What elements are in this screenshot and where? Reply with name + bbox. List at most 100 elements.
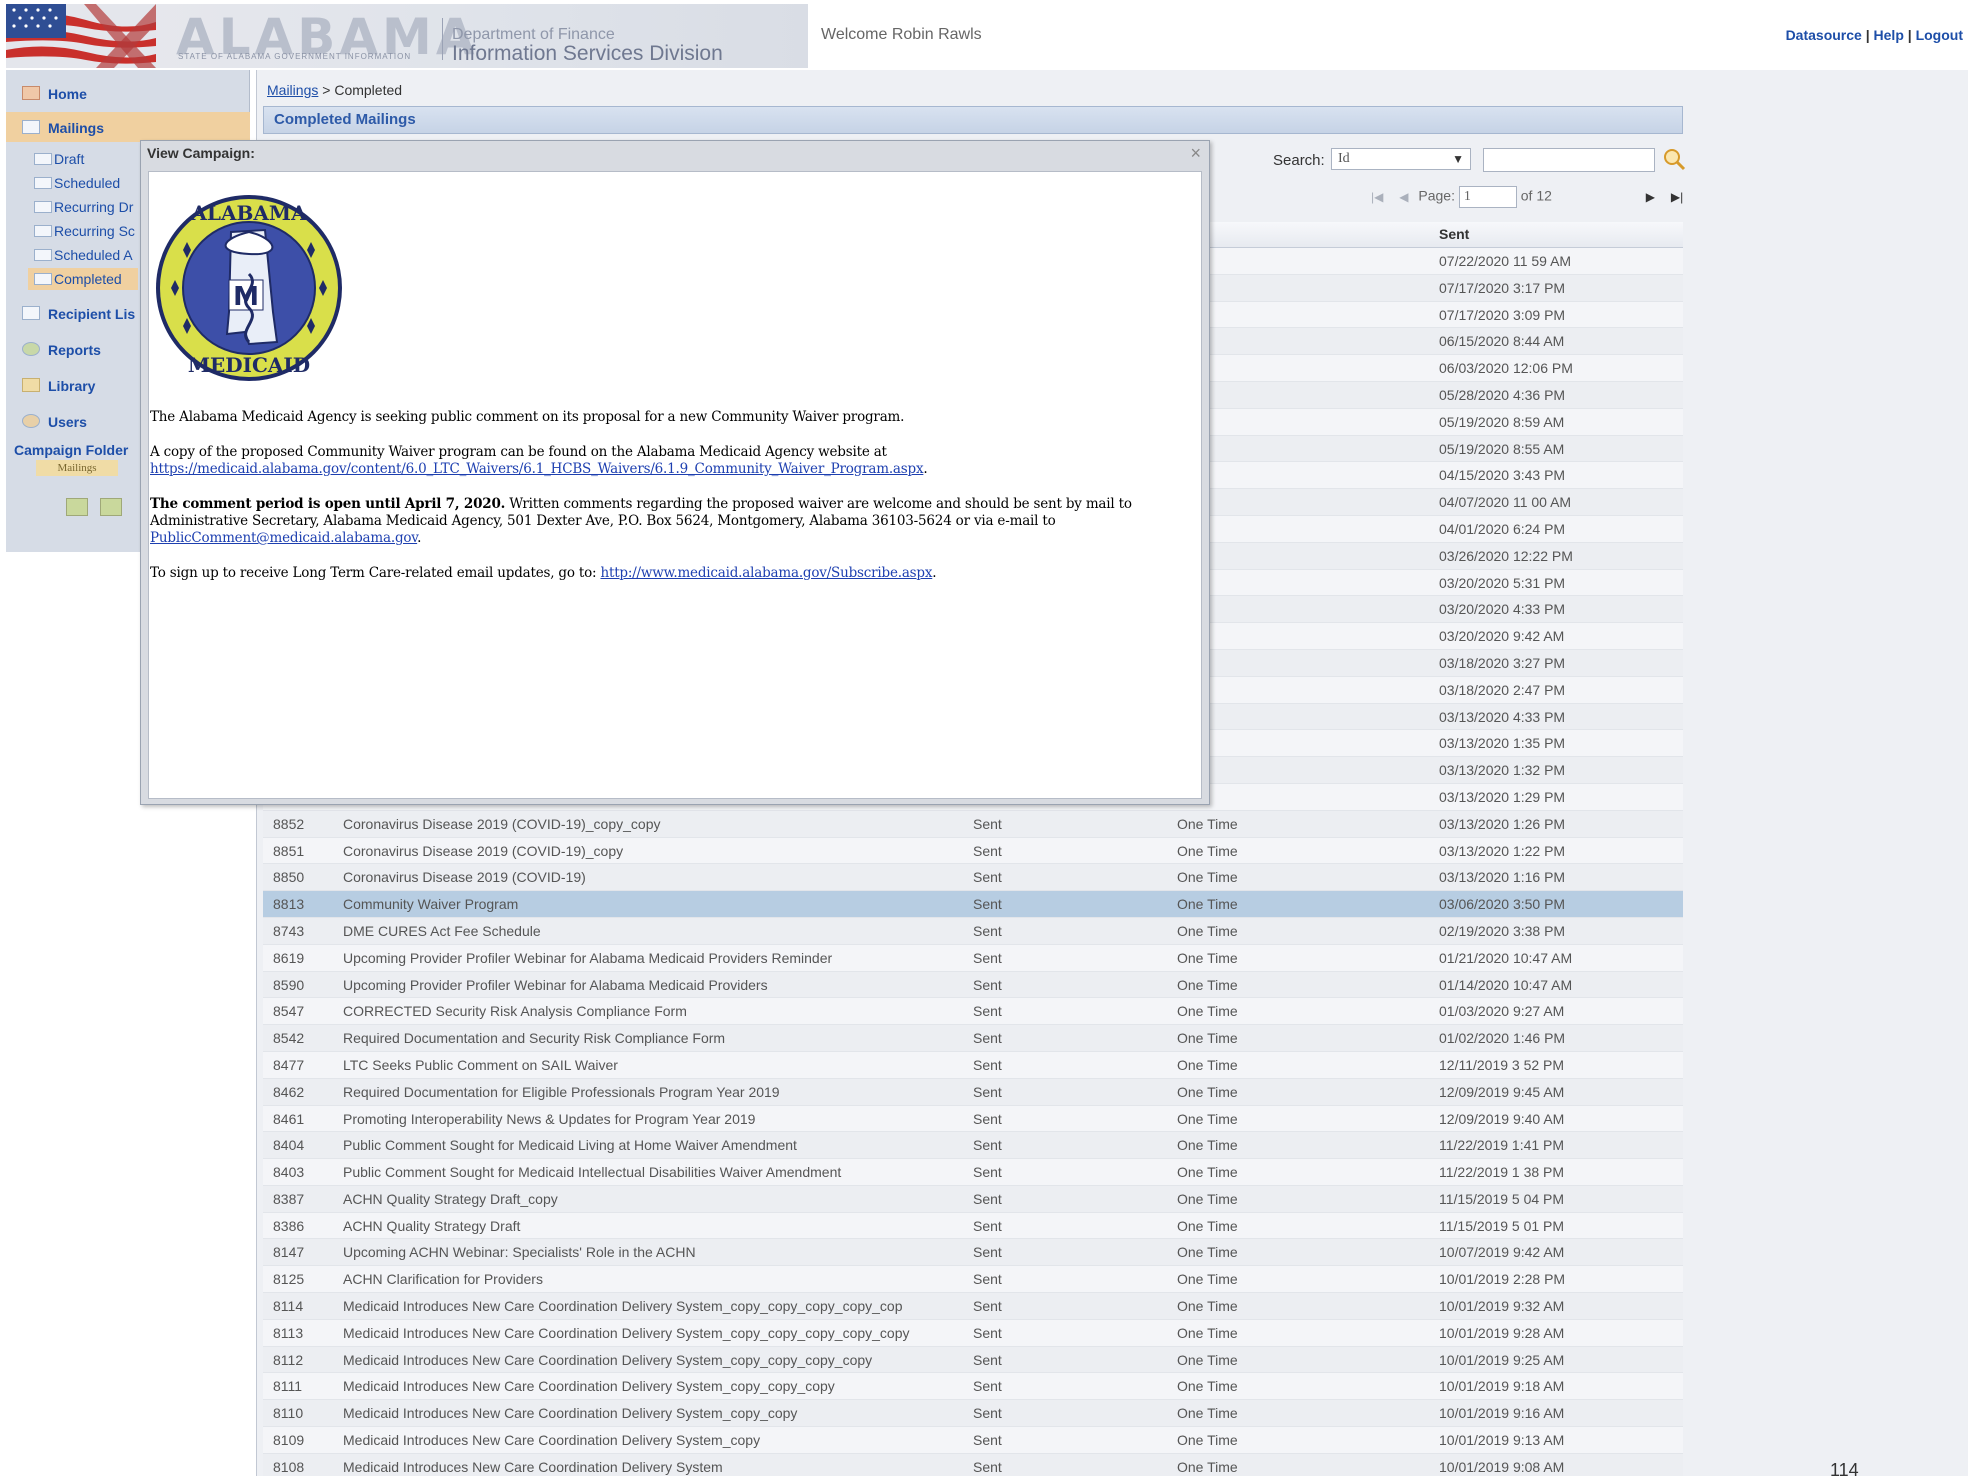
table-row[interactable]: 8850 Coronavirus Disease 2019 (COVID-19) S…	[263, 864, 1683, 892]
table-row[interactable]: 8112 Medicaid Introduces New Care Coordin…	[263, 1346, 1683, 1374]
table-row[interactable]: 8111 Medicaid Introduces New Care Coordin…	[263, 1373, 1683, 1401]
table-row[interactable]: 8147 Upcoming ACHN Webinar: Specialists' …	[263, 1239, 1683, 1267]
cell-sent: 03/20/2020 9:42 AM	[1439, 628, 1565, 645]
cell-status: Sent	[973, 1351, 1002, 1368]
last-page-icon[interactable]: ▶|	[1671, 190, 1683, 204]
cell-sent: 03/13/2020 1:16 PM	[1439, 869, 1566, 886]
cell-id: 8477	[273, 1056, 305, 1073]
chart-icon	[22, 342, 40, 356]
cell-id: 8461	[273, 1110, 305, 1127]
cell-id: 8113	[273, 1324, 304, 1341]
close-icon[interactable]: ×	[1190, 143, 1201, 164]
cell-id: 8147	[273, 1244, 305, 1261]
cell-sent: 07/17/2020 3:09 PM	[1439, 306, 1566, 323]
table-row[interactable]: 8619 Upcoming Provider Profiler Webinar f…	[263, 944, 1683, 972]
cell-sent: 12/09/2019 9:45 AM	[1439, 1083, 1565, 1100]
cell-status: Sent	[973, 1432, 1002, 1449]
home-icon	[22, 86, 40, 100]
add-folder-icon[interactable]	[66, 498, 88, 516]
table-row[interactable]: 8113 Medicaid Introduces New Care Coordin…	[263, 1319, 1683, 1347]
link-separator: |	[1907, 27, 1916, 43]
page-input[interactable]: 1	[1458, 186, 1517, 208]
table-row[interactable]: 8461 Promoting Interoperability News & Up…	[263, 1105, 1683, 1133]
table-row[interactable]: 8852 Coronavirus Disease 2019 (COVID-19)_…	[263, 810, 1683, 838]
cell-sent: 10/01/2019 9:25 AM	[1439, 1351, 1565, 1368]
cell-sent: 03/13/2020 1:35 PM	[1439, 735, 1566, 752]
table-row[interactable]: 8386 ACHN Quality Strategy Draft Sent One T…	[263, 1212, 1683, 1240]
cell-sent: 10/01/2019 9:28 AM	[1439, 1324, 1565, 1341]
table-row[interactable]: 8387 ACHN Quality Strategy Draft_copy Sent…	[263, 1185, 1683, 1213]
campaign-paragraph-1: The Alabama Medicaid Agency is seeking p…	[150, 409, 905, 425]
mailings-folder[interactable]: Mailings	[36, 460, 118, 476]
table-row[interactable]: 8547 CORRECTED Security Risk Analysis Com…	[263, 998, 1683, 1026]
cell-name: Medicaid Introduces New Care Coordinatio…	[343, 1324, 910, 1341]
dialog-title: View Campaign:	[147, 145, 255, 161]
sidebar-item-home[interactable]: Home	[6, 78, 250, 108]
subscribe-link[interactable]: http://www.medicaid.alabama.gov/Subscrib…	[600, 565, 932, 581]
table-row[interactable]: 8542 Required Documentation and Security …	[263, 1025, 1683, 1052]
table-row[interactable]: 8813 Community Waiver Program Sent One Time…	[263, 891, 1683, 918]
search-field-select[interactable]: Id ▼	[1331, 148, 1471, 170]
cell-sent: 06/03/2020 12:06 PM	[1439, 360, 1573, 377]
breadcrumb-mailings[interactable]: Mailings	[267, 82, 318, 98]
cell-name: Medicaid Introduces New Care Coordinatio…	[343, 1458, 723, 1475]
cell-type: One Time	[1177, 842, 1238, 859]
cell-sent: 11/22/2019 1:41 PM	[1439, 1137, 1565, 1154]
edit-folder-icon[interactable]	[99, 498, 122, 516]
table-row[interactable]: 8110 Medicaid Introduces New Care Coordin…	[263, 1400, 1683, 1428]
users-icon	[22, 414, 40, 428]
table-row[interactable]: 8114 Medicaid Introduces New Care Coordin…	[263, 1293, 1683, 1320]
pager: |◀ ◀ Page: 1 of 12 ▶ ▶|	[1365, 186, 1689, 208]
cell-id: 8542	[273, 1030, 305, 1047]
cell-sent: 05/28/2020 4:36 PM	[1439, 386, 1566, 403]
envelope-icon	[34, 177, 52, 189]
column-header-sent[interactable]: Sent	[1439, 226, 1469, 242]
cell-type: One Time	[1177, 1324, 1238, 1341]
sidebar-item-mailings[interactable]: Mailings	[6, 112, 250, 142]
logout-link[interactable]: Logout	[1916, 27, 1963, 43]
flag-icon	[6, 4, 156, 68]
table-row[interactable]: 8109 Medicaid Introduces New Care Coordin…	[263, 1427, 1683, 1454]
cell-id: 8852	[273, 815, 305, 832]
sidebar-sub-label: Scheduled A	[54, 247, 133, 263]
prev-page-icon[interactable]: ◀	[1399, 190, 1408, 204]
table-row[interactable]: 8404 Public Comment Sought for Medicaid L…	[263, 1132, 1683, 1160]
cell-id: 8619	[273, 949, 305, 966]
sidebar-sub-completed[interactable]: Completed	[28, 268, 138, 290]
breadcrumb: Mailings > Completed	[267, 82, 402, 98]
cell-sent: 11/15/2019 5 04 PM	[1439, 1190, 1565, 1207]
cell-sent: 03/13/2020 4:33 PM	[1439, 708, 1566, 725]
cell-name: Coronavirus Disease 2019 (COVID-19)	[343, 869, 586, 886]
table-row[interactable]: 8590 Upcoming Provider Profiler Webinar f…	[263, 971, 1683, 999]
cell-sent: 05/19/2020 8:55 AM	[1439, 440, 1565, 457]
search-icon[interactable]	[1661, 146, 1687, 172]
table-row[interactable]: 8403 Public Comment Sought for Medicaid I…	[263, 1159, 1683, 1186]
search-label: Search:	[1273, 152, 1325, 169]
cell-name: Public Comment Sought for Medicaid Livin…	[343, 1137, 797, 1154]
cell-id: 8403	[273, 1164, 305, 1181]
cell-sent: 10/01/2019 9:08 AM	[1439, 1458, 1565, 1475]
cell-id: 8109	[273, 1432, 305, 1449]
sidebar-sub-label: Draft	[54, 151, 85, 167]
table-row[interactable]: 8851 Coronavirus Disease 2019 (COVID-19)_…	[263, 837, 1683, 865]
table-row[interactable]: 8108 Medicaid Introduces New Care Coordin…	[263, 1453, 1683, 1476]
datasource-link[interactable]: Datasource	[1786, 27, 1862, 43]
help-link[interactable]: Help	[1874, 27, 1904, 43]
cell-status: Sent	[973, 815, 1002, 832]
search-input[interactable]	[1483, 148, 1655, 172]
table-row[interactable]: 8462 Required Documentation for Eligible …	[263, 1078, 1683, 1106]
cell-status: Sent	[973, 1378, 1002, 1395]
cell-id: 8110	[273, 1405, 304, 1422]
first-page-icon[interactable]: |◀	[1371, 190, 1383, 204]
cell-status: Sent	[973, 976, 1002, 993]
table-row[interactable]: 8125 ACHN Clarification for Providers Sent…	[263, 1266, 1683, 1294]
next-page-icon[interactable]: ▶	[1646, 190, 1655, 204]
public-comment-email-link[interactable]: PublicComment@medicaid.alabama.gov	[150, 530, 417, 546]
waiver-program-link[interactable]: https://medicaid.alabama.gov/content/6.0…	[150, 461, 924, 477]
cell-sent: 11/22/2019 1 38 PM	[1439, 1164, 1565, 1181]
table-row[interactable]: 8477 LTC Seeks Public Comment on SAIL Wai…	[263, 1051, 1683, 1079]
table-row[interactable]: 8743 DME CURES Act Fee Schedule Sent One Ti…	[263, 917, 1683, 945]
division-name: Information Services Division	[452, 42, 723, 65]
cell-sent: 04/01/2020 6:24 PM	[1439, 520, 1566, 537]
cell-status: Sent	[973, 1137, 1002, 1154]
